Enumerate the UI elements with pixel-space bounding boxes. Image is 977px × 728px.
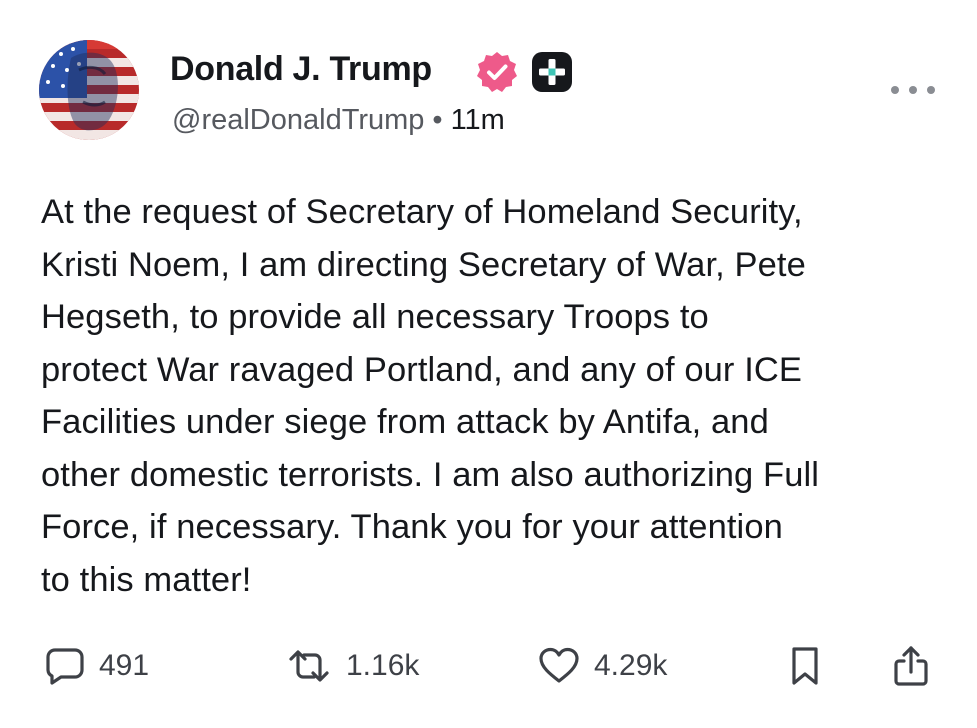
post-timestamp[interactable]: 11m [451,104,505,136]
plus-badge-icon [531,51,573,93]
bookmark-button[interactable] [788,644,822,688]
verified-badge-icon [475,50,519,94]
speech-bubble-icon [46,648,84,685]
repost-arrows-icon [289,650,329,682]
share-button[interactable] [891,644,931,688]
share-icon [894,646,928,686]
more-options-button[interactable] [891,78,935,102]
retruth-count: 1.16k [346,649,420,682]
bookmark-icon [792,647,818,685]
reply-count: 491 [99,649,150,682]
author-handle[interactable]: @realDonaldTrump [172,104,424,136]
author-display-name[interactable]: Donald J. Trump [170,50,432,89]
retruth-button[interactable]: 1.16k [286,644,419,688]
meta-separator: • [432,104,443,136]
avatar[interactable] [39,40,139,140]
post-text: At the request of Secretary of Homeland … [41,193,820,599]
reply-button[interactable]: 491 [45,644,149,688]
post-card: Donald J. Trump @realDonaldTrump • 11m At … [0,0,977,728]
more-dot [909,86,917,94]
like-button[interactable]: 4.29k [538,644,667,688]
more-dot [927,86,935,94]
avatar-image [39,40,139,140]
author-meta: @realDonaldTrump • 11m [172,104,505,137]
like-count: 4.29k [594,649,668,682]
heart-icon [539,647,579,683]
more-dots-icon [891,86,899,94]
